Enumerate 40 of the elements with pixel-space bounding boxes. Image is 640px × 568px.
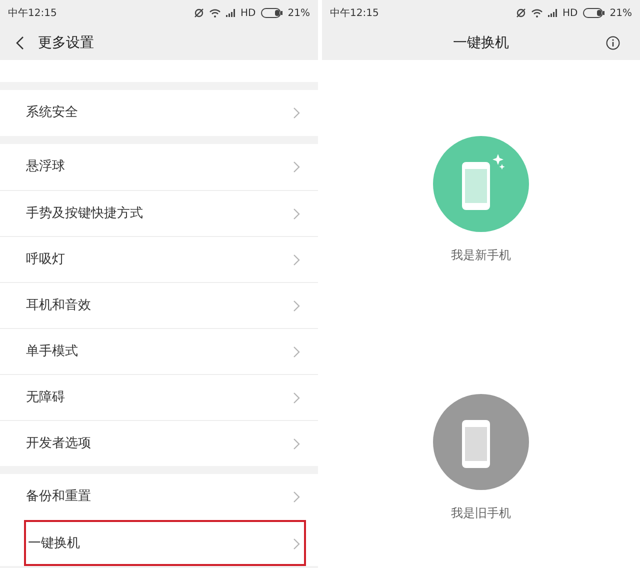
option-label: 我是旧手机 [451, 505, 511, 522]
settings-item[interactable]: 手势及按键快捷方式 [0, 190, 318, 236]
signal-icon [548, 9, 558, 17]
chevron-right-icon [293, 438, 300, 450]
settings-item[interactable]: 系统安全 [0, 90, 318, 136]
settings-item[interactable]: 备份和重置 [0, 474, 318, 520]
wifi-icon [530, 8, 543, 18]
alarm-off-icon [516, 8, 526, 18]
settings-item[interactable]: 呼吸灯 [0, 236, 318, 282]
chevron-right-icon [293, 208, 300, 220]
signal-icon [226, 9, 236, 17]
chevron-right-icon [293, 538, 300, 550]
settings-item[interactable]: 一键换机 [24, 520, 306, 566]
battery-icon [582, 8, 605, 18]
settings-item[interactable]: 无障碍 [0, 374, 318, 420]
chevron-right-icon [293, 491, 300, 503]
back-icon[interactable] [16, 36, 24, 50]
chevron-right-icon [293, 107, 300, 119]
chevron-right-icon [293, 392, 300, 404]
chevron-right-icon [293, 254, 300, 266]
header-title: 更多设置 [38, 34, 94, 52]
settings-item[interactable]: 悬浮球 [0, 144, 318, 190]
battery-percent: 21% [610, 6, 632, 20]
network-type: HD [240, 6, 256, 20]
status-time: 中午12:15 [330, 6, 379, 20]
status-time: 中午12:15 [8, 6, 57, 20]
chevron-right-icon [293, 161, 300, 173]
settings-item[interactable]: 耳机和音效 [0, 282, 318, 328]
settings-item[interactable]: 单手模式 [0, 328, 318, 374]
header-title: 一键换机 [453, 34, 509, 52]
option-label: 我是新手机 [451, 247, 511, 264]
wifi-icon [208, 8, 221, 18]
battery-icon [260, 8, 283, 18]
info-icon[interactable] [606, 36, 620, 50]
battery-percent: 21% [288, 6, 310, 20]
chevron-right-icon [293, 300, 300, 312]
network-type: HD [562, 6, 578, 20]
settings-item[interactable]: 开发者选项 [0, 420, 318, 466]
alarm-off-icon [194, 8, 204, 18]
chevron-right-icon [293, 346, 300, 358]
